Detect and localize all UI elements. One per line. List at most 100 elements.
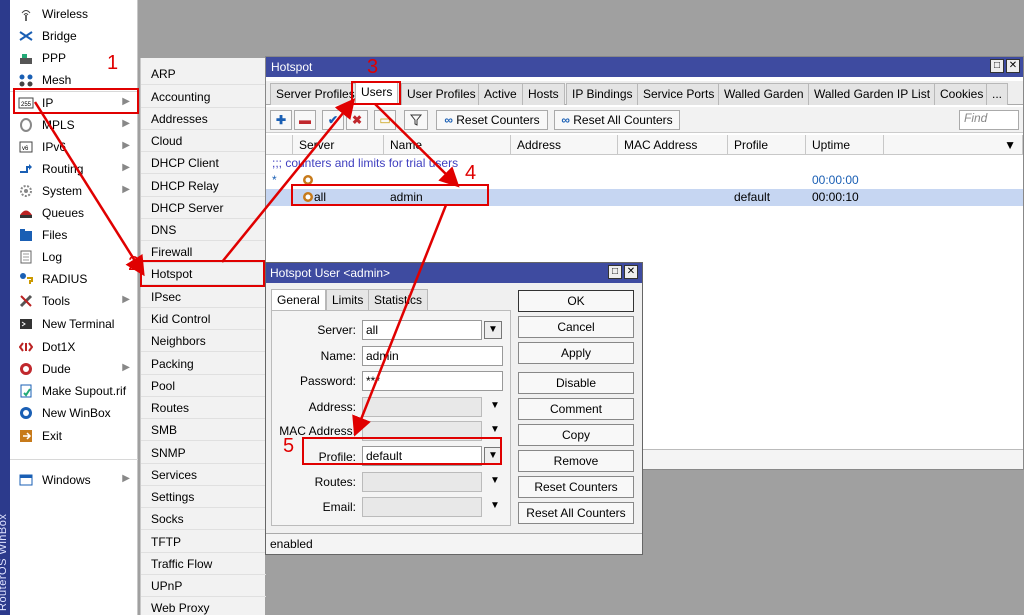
tab-ip-bindings[interactable]: IP Bindings [566, 83, 639, 105]
column-header-server[interactable]: Server [293, 135, 384, 155]
comment-row[interactable]: ;;; counters and limits for trial users [266, 155, 1023, 172]
table-row-selected[interactable]: all admin default 00:00:10 [266, 189, 1023, 206]
submenu-item-tftp[interactable]: TFTP [141, 531, 266, 553]
disable-icon[interactable]: ✖ [346, 110, 368, 130]
submenu-item-socks[interactable]: Socks [141, 508, 266, 530]
maximize-icon[interactable]: □ [608, 265, 622, 279]
menu-item-make-supout[interactable]: Make Supout.rif [10, 380, 138, 402]
submenu-item-ipsec[interactable]: IPsec [141, 286, 266, 308]
menu-item-ipv6[interactable]: v6 IPv6 ▶ [10, 136, 138, 158]
submenu-item-services[interactable]: Services [141, 464, 266, 486]
server-select[interactable]: all [362, 320, 482, 340]
menu-item-routing[interactable]: Routing ▶ [10, 158, 138, 180]
menu-item-dude[interactable]: Dude ▶ [10, 358, 138, 380]
reset-all-counters-button[interactable]: ∞ Reset All Counters [554, 110, 680, 130]
password-field[interactable]: *** [362, 371, 503, 391]
tab-cookies[interactable]: Cookies [934, 83, 990, 105]
column-header-address[interactable]: Address [511, 135, 618, 155]
dropdown-arrow-icon[interactable]: ▼ [484, 321, 502, 339]
menu-item-system[interactable]: System ▶ [10, 180, 138, 202]
submenu-item-kid-control[interactable]: Kid Control [141, 308, 266, 330]
tab-active[interactable]: Active [478, 83, 523, 105]
column-menu-button[interactable]: ▼ [884, 135, 1023, 155]
routes-field[interactable] [362, 472, 482, 492]
tab-service-ports[interactable]: Service Ports [637, 83, 721, 105]
column-header-name[interactable]: Name [384, 135, 511, 155]
cancel-button[interactable]: Cancel [518, 316, 634, 338]
menu-item-tools[interactable]: Tools ▶ [10, 290, 138, 312]
close-icon[interactable]: ✕ [1006, 59, 1020, 73]
email-field[interactable] [362, 497, 482, 517]
find-input[interactable]: Find [959, 110, 1019, 130]
menu-item-mesh[interactable]: Mesh [10, 69, 138, 91]
submenu-item-pool[interactable]: Pool [141, 375, 266, 397]
dropdown-arrow-icon[interactable]: ▼ [484, 447, 502, 465]
menu-item-dot1x[interactable]: Dot1X [10, 336, 138, 358]
submenu-item-web-proxy[interactable]: Web Proxy [141, 597, 266, 615]
submenu-item-arp[interactable]: ARP [141, 63, 266, 85]
enable-icon[interactable]: ✔ [322, 110, 344, 130]
remove-icon[interactable]: ▬ [294, 110, 316, 130]
submenu-item-accounting[interactable]: Accounting [141, 86, 266, 108]
dropdown-arrow-icon[interactable]: ▼ [486, 398, 504, 416]
menu-item-new-winbox[interactable]: New WinBox [10, 402, 138, 424]
disable-button[interactable]: Disable [518, 372, 634, 394]
submenu-item-dhcp-relay[interactable]: DHCP Relay [141, 175, 266, 197]
submenu-item-cloud[interactable]: Cloud [141, 130, 266, 152]
reset-all-counters-button[interactable]: Reset All Counters [518, 502, 634, 524]
menu-item-queues[interactable]: Queues [10, 202, 138, 224]
tab-walled-garden[interactable]: Walled Garden [718, 83, 810, 105]
submenu-item-neighbors[interactable]: Neighbors [141, 330, 266, 352]
filter-icon[interactable] [404, 110, 428, 130]
tab-hosts[interactable]: Hosts [522, 83, 565, 105]
dialog-titlebar[interactable]: Hotspot User <admin> □ ✕ [266, 263, 642, 283]
name-field[interactable]: admin [362, 346, 503, 366]
submenu-item-settings[interactable]: Settings [141, 486, 266, 508]
reset-counters-button[interactable]: Reset Counters [518, 476, 634, 498]
submenu-item-hotspot[interactable]: Hotspot [141, 263, 266, 285]
submenu-item-addresses[interactable]: Addresses [141, 108, 266, 130]
submenu-item-smb[interactable]: SMB [141, 419, 266, 441]
tab-server-profiles[interactable]: Server Profiles [270, 83, 361, 105]
tab-user-profiles[interactable]: User Profiles [401, 83, 482, 105]
dropdown-arrow-icon[interactable]: ▼ [486, 498, 504, 516]
maximize-icon[interactable]: □ [990, 59, 1004, 73]
menu-item-ppp[interactable]: PPP [10, 47, 138, 69]
submenu-item-dhcp-client[interactable]: DHCP Client [141, 152, 266, 174]
table-row[interactable]: * 00:00:00 [266, 172, 1023, 189]
submenu-item-firewall[interactable]: Firewall [141, 241, 266, 263]
menu-item-new-terminal[interactable]: New Terminal [10, 313, 138, 335]
submenu-item-traffic-flow[interactable]: Traffic Flow [141, 553, 266, 575]
column-header-mac-address[interactable]: MAC Address [618, 135, 728, 155]
tab-general[interactable]: General [271, 289, 326, 311]
column-header-flag[interactable] [266, 135, 293, 155]
menu-item-ip[interactable]: 255 IP ▶ [10, 92, 138, 114]
submenu-item-upnp[interactable]: UPnP [141, 575, 266, 597]
window-titlebar[interactable]: Hotspot □ ✕ [266, 57, 1023, 77]
submenu-item-routes[interactable]: Routes [141, 397, 266, 419]
menu-item-log[interactable]: Log [10, 246, 138, 268]
submenu-item-dhcp-server[interactable]: DHCP Server [141, 197, 266, 219]
mac-address-field[interactable] [362, 421, 482, 441]
comment-button[interactable]: Comment [518, 398, 634, 420]
address-field[interactable] [362, 397, 482, 417]
submenu-item-snmp[interactable]: SNMP [141, 442, 266, 464]
dropdown-arrow-icon[interactable]: ▼ [486, 473, 504, 491]
menu-item-exit[interactable]: Exit [10, 425, 138, 447]
menu-item-windows[interactable]: Windows ▶ [10, 469, 138, 491]
remove-button[interactable]: Remove [518, 450, 634, 472]
tab-statistics[interactable]: Statistics [368, 289, 429, 311]
tab-walled-garden-ip-list[interactable]: Walled Garden IP List [808, 83, 937, 105]
ok-button[interactable]: OK [518, 290, 634, 312]
copy-button[interactable]: Copy [518, 424, 634, 446]
menu-item-bridge[interactable]: Bridge [10, 25, 138, 47]
profile-select[interactable]: default [362, 446, 482, 466]
tab-limits[interactable]: Limits [326, 289, 370, 311]
dropdown-arrow-icon[interactable]: ▼ [486, 422, 504, 440]
menu-item-radius[interactable]: RADIUS [10, 268, 138, 290]
column-header-profile[interactable]: Profile [728, 135, 806, 155]
tab-users[interactable]: Users [355, 81, 399, 105]
submenu-item-packing[interactable]: Packing [141, 353, 266, 375]
menu-item-mpls[interactable]: MPLS ▶ [10, 114, 138, 136]
menu-item-wireless[interactable]: Wireless [10, 3, 138, 25]
